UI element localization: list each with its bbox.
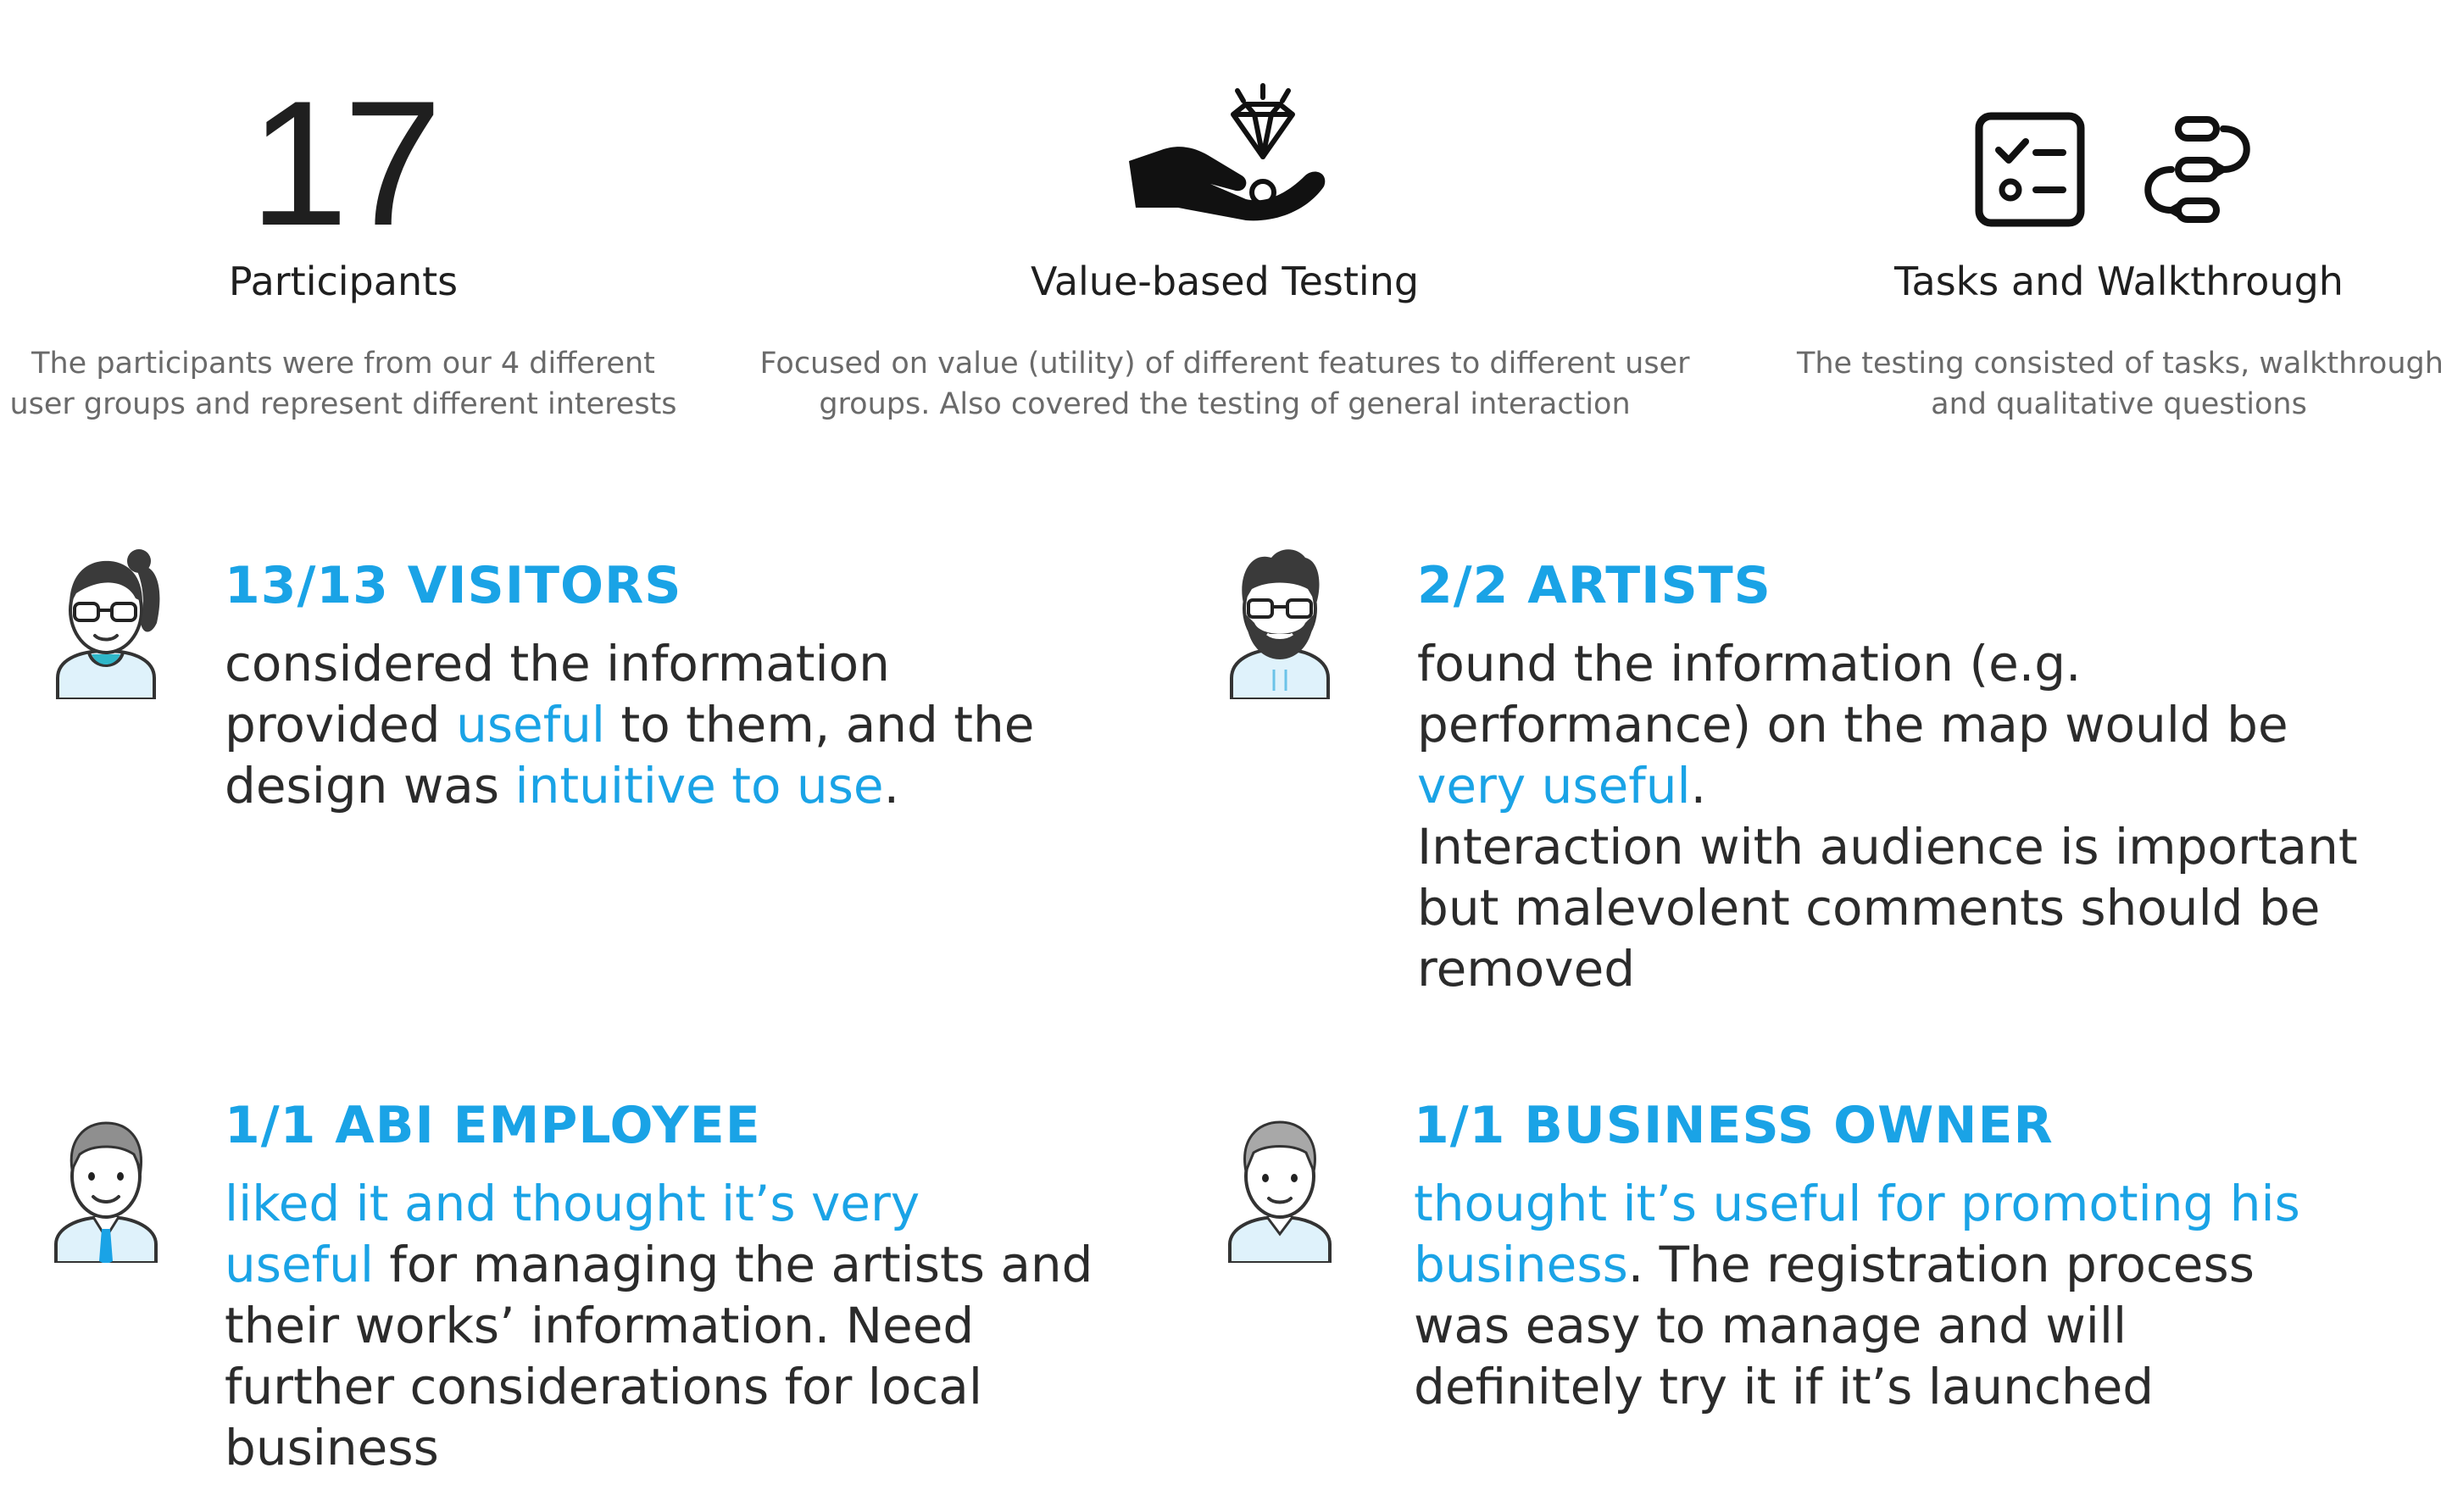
finding-card-abi-employee: 1/1 ABI EMPLOYEE liked it and thought it… [225,1095,1093,1478]
card-heading: 2/2 ARTISTS [1417,556,1771,615]
card-heading: 1/1 BUSINESS OWNER [1414,1096,2054,1155]
highlight-text: intuitive to use [514,757,884,814]
stat-description: The participants were from our 4 differe… [9,347,677,421]
stat-title: Tasks and Walkthrough [1894,258,2344,304]
employee-avatar-icon [54,1121,158,1263]
body-text: provided [225,696,457,753]
card-body-line: thought it’s useful for promoting his [1414,1173,2300,1234]
business-owner-avatar-icon [1228,1120,1332,1263]
checklist-icon [1975,112,2085,227]
participants-count: 17 [249,64,442,263]
hand-diamond-icon [1129,83,1326,221]
card-body-line: considered the information [225,633,1034,694]
card-body-line: design was intuitive to use. [225,755,1034,816]
card-body: considered the information provided usefu… [225,633,1034,816]
bearded-man-avatar-icon [1230,549,1330,699]
card-body-line: business. The registration process [1414,1234,2300,1295]
body-text: design was [225,757,515,814]
body-text: for managing the artists and [373,1236,1093,1293]
card-body: liked it and thought it’s very useful for… [225,1173,1093,1478]
stat-title: Value-based Testing [1030,258,1420,304]
finding-card-visitors: 13/13 VISITORS considered the informatio… [225,555,1034,816]
card-body-line: was easy to manage and will [1414,1295,2300,1356]
card-body: thought it’s useful for promoting his bus… [1414,1173,2300,1417]
card-body-line: but malevolent comments should be [1417,877,2358,938]
card-body-line: performance) on the map would be [1417,694,2358,755]
body-text: . The registration process [1627,1236,2255,1293]
card-heading: 1/1 ABI EMPLOYEE [225,1096,761,1155]
card-body-line: Interaction with audience is important [1417,816,2358,877]
body-text: to them, and the [605,696,1035,753]
woman-avatar-icon [56,549,160,699]
card-body-line: business [225,1417,1093,1478]
card-body: found the information (e.g. performance) … [1417,633,2358,999]
card-body-line: very useful. [1417,755,2358,816]
body-text: . [1690,757,1707,814]
card-body-line: provided useful to them, and the [225,694,1034,755]
body-text: further considerations for local [225,1358,982,1415]
body-text: was easy to manage and will [1414,1297,2127,1354]
body-text: but malevolent comments should be [1417,879,2321,937]
highlight-text: very useful [1417,757,1691,814]
body-text: performance) on the map would be [1417,696,2288,753]
highlight-text: business [1414,1236,1628,1293]
body-text: found the information (e.g. [1417,635,2082,692]
body-text: their works’ information. Need [225,1297,975,1354]
card-body-line: useful for managing the artists and [225,1234,1093,1295]
card-body-line: further considerations for local [225,1356,1093,1417]
finding-card-artists: 2/2 ARTISTS found the information (e.g. p… [1417,555,2358,999]
card-heading: 13/13 VISITORS [225,556,682,615]
highlight-text: thought it’s useful for promoting his [1414,1175,2300,1232]
stat-title: Participants [228,258,459,304]
finding-card-business-owner: 1/1 BUSINESS OWNER thought it’s useful f… [1414,1095,2300,1417]
body-text: considered the information [225,635,890,692]
flow-icon [2144,116,2250,223]
body-text: definitely try it if it’s launched [1414,1358,2155,1415]
card-body-line: found the information (e.g. [1417,633,2358,694]
stat-description: Focused on value (utility) of different … [759,347,1690,421]
highlight-text: useful [456,696,606,753]
card-body-line: their works’ information. Need [225,1295,1093,1356]
body-text: . [883,757,900,814]
card-body-line: definitely try it if it’s launched [1414,1356,2300,1417]
body-text: business [225,1419,439,1476]
body-text: Interaction with audience is important [1417,818,2358,876]
stat-description: The testing consisted of tasks, walkthro… [1797,347,2441,421]
highlight-text: liked it and thought it’s very [225,1175,920,1232]
highlight-text: useful [225,1236,374,1293]
body-text: removed [1417,940,1636,998]
card-body-line: liked it and thought it’s very [225,1173,1093,1234]
card-body-line: removed [1417,938,2358,999]
